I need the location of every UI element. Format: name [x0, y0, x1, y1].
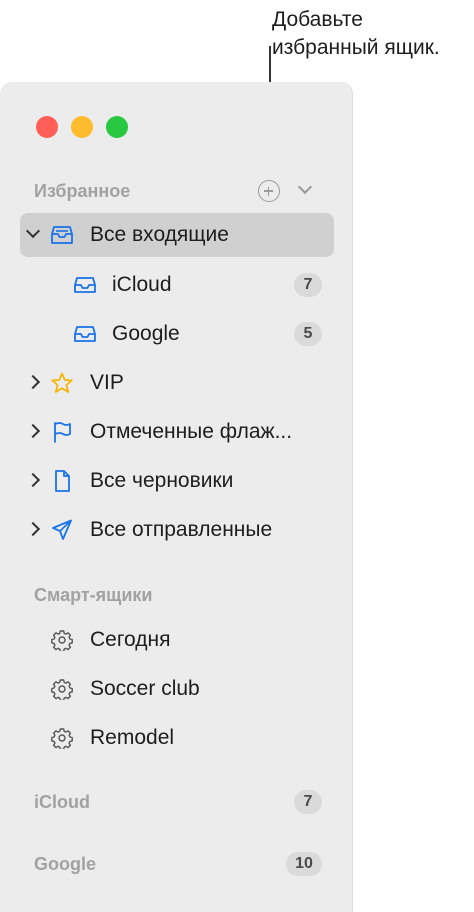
sidebar-item-drafts[interactable]: Все черновики — [0, 459, 352, 503]
inbox-tray-icon — [74, 326, 96, 342]
star-icon — [51, 372, 73, 393]
sidebar-item-label: Отмеченные флаж... — [90, 420, 293, 443]
sidebar-item-smart-soccer-club[interactable]: Soccer club — [0, 667, 352, 711]
sidebar-item-label: VIP — [90, 371, 124, 394]
sidebar-item-all-inboxes[interactable]: Все входящие — [0, 213, 352, 257]
sidebar-item-flagged[interactable]: Отмеченные флаж... — [0, 410, 352, 454]
callout-line-1: Добавьте — [272, 8, 363, 31]
inbox-tray-icon — [74, 277, 96, 293]
sidebar-item-label: Все входящие — [90, 223, 229, 246]
inbox-tray-icon — [51, 226, 73, 244]
sidebar-item-google-inbox[interactable]: Google 5 — [0, 312, 352, 356]
sidebar-item-smart-today[interactable]: Сегодня — [0, 618, 352, 662]
chevron-right-icon[interactable] — [25, 423, 41, 439]
minimize-window-button[interactable] — [71, 116, 93, 138]
gear-icon — [51, 728, 73, 749]
gear-icon — [51, 679, 73, 700]
sidebar-item-label: Soccer club — [90, 677, 200, 700]
document-icon — [55, 470, 70, 492]
sidebar-item-sent[interactable]: Все отправленные — [0, 508, 352, 552]
sidebar-item-label: Все отправленные — [90, 518, 273, 541]
sidebar-item-label: Сегодня — [90, 628, 171, 651]
unread-count-badge: 7 — [294, 790, 322, 814]
paper-plane-icon — [52, 519, 72, 540]
sidebar-item-icloud-inbox[interactable]: iCloud 7 — [0, 263, 352, 307]
callout-text: Добавьте избранный ящик. — [272, 6, 472, 62]
sidebar-item-label: Remodel — [90, 726, 175, 749]
add-favorite-button[interactable] — [258, 180, 280, 202]
account-section-label: iCloud — [34, 792, 90, 812]
account-section-label: Google — [34, 854, 96, 874]
zoom-window-button[interactable] — [106, 116, 128, 138]
chevron-right-icon[interactable] — [25, 521, 41, 537]
close-window-button[interactable] — [36, 116, 58, 138]
unread-count-badge: 7 — [294, 273, 322, 297]
unread-count-badge: 10 — [286, 852, 322, 876]
favorites-section-label: Избранное — [34, 181, 131, 201]
chevron-right-icon[interactable] — [25, 472, 41, 488]
sidebar-item-smart-remodel[interactable]: Remodel — [0, 716, 352, 760]
sidebar-item-label: Все черновики — [90, 469, 234, 492]
smart-mailboxes-section-label: Смарт-ящики — [34, 585, 153, 605]
sidebar-item-vip[interactable]: VIP — [0, 361, 352, 405]
sidebar-account-icloud[interactable]: iCloud 7 — [0, 780, 352, 824]
sidebar-account-google[interactable]: Google 10 — [0, 842, 352, 886]
sidebar-item-label: iCloud — [112, 273, 172, 296]
unread-count-badge: 5 — [294, 322, 322, 346]
sidebar-item-label: Google — [112, 322, 180, 345]
flag-icon — [54, 422, 71, 443]
gear-icon — [51, 630, 73, 651]
chevron-right-icon[interactable] — [25, 374, 41, 390]
callout-line-2: избранный ящик. — [272, 36, 440, 59]
chevron-down-icon[interactable] — [25, 223, 41, 239]
